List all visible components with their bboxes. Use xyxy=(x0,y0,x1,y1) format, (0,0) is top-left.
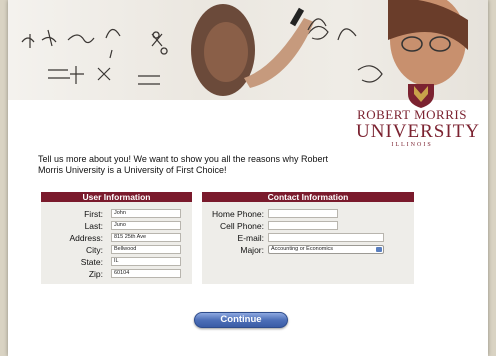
logo-line-3: ILLINOIS xyxy=(391,142,433,148)
last-label: Last: xyxy=(84,221,103,231)
state-row: State: IL xyxy=(41,257,192,267)
logo-line-1: ROBERT MORRIS xyxy=(357,107,467,122)
university-crest-icon xyxy=(408,84,434,108)
state-input[interactable]: IL xyxy=(111,257,181,266)
user-information-panel: User Information First: John Last: Juno … xyxy=(41,192,192,284)
user-information-header: User Information xyxy=(41,192,192,202)
zip-row: Zip: 60104 xyxy=(41,269,192,279)
cell-phone-row: Cell Phone: xyxy=(202,221,414,231)
address-label: Address: xyxy=(69,233,103,243)
zip-input[interactable]: 60104 xyxy=(111,269,181,278)
university-logo: ROBERT MORRIS UNIVERSITY ILLINOIS xyxy=(356,107,480,149)
major-label: Major: xyxy=(240,245,264,255)
contact-information-header: Contact Information xyxy=(202,192,414,202)
intro-text: Tell us more about you! We want to show … xyxy=(38,154,328,175)
logo-line-2: UNIVERSITY xyxy=(356,121,480,142)
cell-phone-input[interactable] xyxy=(268,221,338,230)
continue-button[interactable]: Continue xyxy=(194,312,288,328)
email-row: E-mail: xyxy=(202,233,414,243)
home-phone-row: Home Phone: xyxy=(202,209,414,219)
city-row: City: Bellwood xyxy=(41,245,192,255)
major-select-value: Accounting or Economics xyxy=(271,246,334,252)
first-label: First: xyxy=(84,209,103,219)
contact-information-panel: Contact Information Home Phone: Cell Pho… xyxy=(202,192,414,284)
home-phone-input[interactable] xyxy=(268,209,338,218)
city-label: City: xyxy=(86,245,103,255)
email-input[interactable] xyxy=(268,233,384,242)
select-arrows-icon xyxy=(376,247,382,252)
major-select[interactable]: Accounting or Economics xyxy=(268,245,384,254)
state-label: State: xyxy=(80,257,103,267)
last-name-input[interactable]: Juno xyxy=(111,221,181,230)
first-name-input[interactable]: John xyxy=(111,209,181,218)
address-input[interactable]: 815 25th Ave xyxy=(111,233,181,242)
cell-phone-label: Cell Phone: xyxy=(220,221,264,231)
address-row: Address: 815 25th Ave xyxy=(41,233,192,243)
last-row: Last: Juno xyxy=(41,221,192,231)
first-row: First: John xyxy=(41,209,192,219)
major-row: Major: Accounting or Economics xyxy=(202,245,414,255)
home-phone-label: Home Phone: xyxy=(212,209,264,219)
city-input[interactable]: Bellwood xyxy=(111,245,181,254)
page-frame: ROBERT MORRIS UNIVERSITY ILLINOIS Tell u… xyxy=(8,0,488,356)
email-label: E-mail: xyxy=(237,233,264,243)
zip-label: Zip: xyxy=(88,269,103,279)
